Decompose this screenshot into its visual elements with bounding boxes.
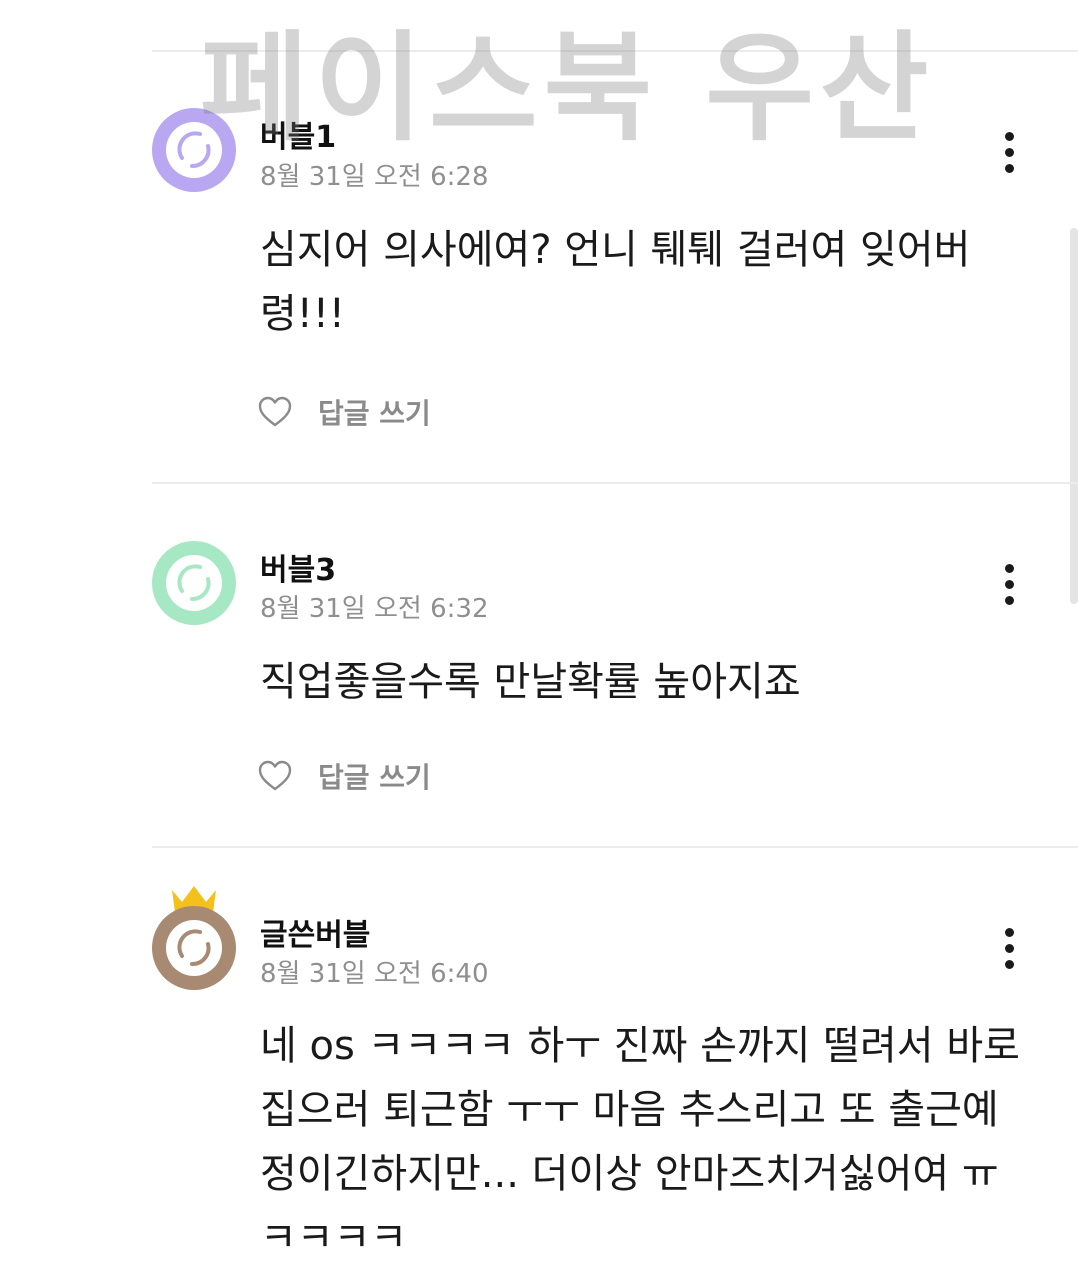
comment-timestamp: 8월 31일 오전 6:28 <box>260 162 489 192</box>
bubble-avatar-green-icon[interactable] <box>152 541 236 625</box>
heart-icon[interactable] <box>258 396 292 428</box>
comment-author[interactable]: 버블3 <box>260 545 336 589</box>
more-options-icon[interactable] <box>990 924 1030 972</box>
bubble-avatar-brown-icon[interactable] <box>152 906 236 990</box>
heart-icon[interactable] <box>258 760 292 792</box>
divider <box>152 846 1078 848</box>
comment-body: 직업좋을수록 만날확률 높아지죠 <box>260 659 801 705</box>
more-options-icon[interactable] <box>990 128 1030 176</box>
bubble-avatar-purple-icon[interactable] <box>152 108 236 192</box>
comment-author[interactable]: 글쓴버블 <box>260 910 370 954</box>
comment-timestamp: 8월 31일 오전 6:40 <box>260 959 489 989</box>
reply-button[interactable]: 답글 쓰기 <box>318 756 431 796</box>
scrollbar[interactable] <box>1070 228 1078 604</box>
comment-author[interactable]: 버블1 <box>260 112 336 156</box>
comment-timestamp: 8월 31일 오전 6:32 <box>260 594 489 624</box>
reply-button[interactable]: 답글 쓰기 <box>318 392 431 432</box>
divider <box>152 482 1078 484</box>
divider <box>152 50 1078 52</box>
comment-thread-page: 페이스북 우산 버블1 8월 31일 오전 6:28 심지어 의사에여? 언니 … <box>0 0 1078 1280</box>
more-options-icon[interactable] <box>990 560 1030 608</box>
comment-body: 네 os ㅋㅋㅋㅋ 하ㅜ 진짜 손까지 떨려서 바로 집으러 퇴근함 ㅜㅜ 마음… <box>260 1023 1020 1261</box>
comment-body: 심지어 의사에여? 언니 퉤퉤 걸러여 잊어버령!!! <box>260 227 971 337</box>
